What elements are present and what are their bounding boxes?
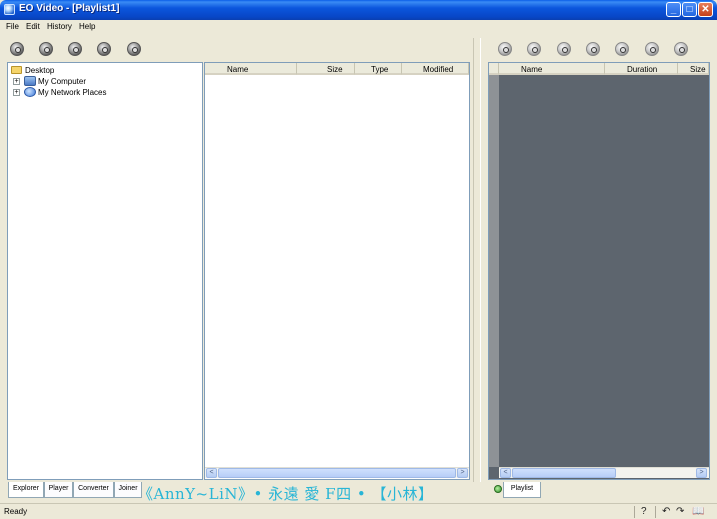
tree-item-my-computer[interactable]: + My Computer <box>8 76 198 87</box>
playlist-gutter <box>489 75 499 467</box>
redo-icon[interactable]: ↷ <box>676 506 684 518</box>
menu-file[interactable]: File <box>6 22 19 31</box>
stop-icon[interactable] <box>39 42 53 56</box>
playlist-list[interactable]: Name Duration Size < > <box>488 62 710 480</box>
column-header-name[interactable]: Name <box>499 63 605 75</box>
remove-icon[interactable] <box>586 42 600 56</box>
file-list[interactable]: Name Size Type Modified < > <box>204 62 470 480</box>
folder-tree[interactable]: Desktop + My Computer + My Network Place… <box>7 62 203 480</box>
computer-icon <box>24 76 36 86</box>
app-icon[interactable] <box>4 4 15 15</box>
close-button[interactable]: ✕ <box>698 2 713 17</box>
tree-item-network-places[interactable]: + My Network Places <box>8 87 198 98</box>
tree-item-label: Desktop <box>25 66 55 75</box>
help-icon[interactable]: ? <box>641 506 647 518</box>
status-text: Ready <box>4 507 28 516</box>
scroll-left-arrow[interactable]: < <box>206 468 217 478</box>
undo-icon[interactable]: ↶ <box>662 506 670 518</box>
menu-help[interactable]: Help <box>79 22 95 31</box>
scroll-thumb[interactable] <box>512 468 616 478</box>
scroll-left-arrow[interactable]: < <box>500 468 511 478</box>
pane-splitter[interactable] <box>473 38 481 482</box>
column-header-type[interactable]: Type <box>355 63 402 75</box>
column-header-blank <box>489 63 499 75</box>
column-header-duration[interactable]: Duration <box>605 63 678 75</box>
column-header-name[interactable]: Name <box>205 63 297 75</box>
tab-explorer[interactable]: Explorer <box>8 482 44 498</box>
column-header-modified[interactable]: Modified <box>402 63 469 75</box>
minimize-button[interactable]: _ <box>666 2 681 17</box>
eye-icon[interactable] <box>557 42 571 56</box>
status-bar: Ready ? ↶ ↷ 📖 <box>0 503 717 519</box>
settings-icon[interactable] <box>97 42 111 56</box>
tab-converter[interactable]: Converter <box>73 482 114 498</box>
add-icon[interactable] <box>498 42 512 56</box>
burn-icon[interactable] <box>68 42 82 56</box>
play-icon[interactable] <box>645 42 659 56</box>
horizontal-scrollbar[interactable]: < > <box>205 467 469 478</box>
search-icon[interactable] <box>10 42 24 56</box>
clear-icon[interactable] <box>615 42 629 56</box>
playlist-settings-icon[interactable] <box>527 42 541 56</box>
column-header-size[interactable]: Size <box>678 63 709 75</box>
expand-icon[interactable]: + <box>13 89 20 96</box>
menu-edit[interactable]: Edit <box>26 22 40 31</box>
maximize-button[interactable]: □ <box>682 2 697 17</box>
scroll-right-arrow[interactable]: > <box>457 468 468 478</box>
tree-item-desktop[interactable]: Desktop <box>8 65 198 76</box>
title-bar[interactable]: EO Video - [Playlist1] _ □ ✕ <box>0 0 717 20</box>
tab-player[interactable]: Player <box>44 482 73 498</box>
folder-icon <box>11 66 22 74</box>
horizontal-scrollbar[interactable]: < > <box>499 467 709 478</box>
menu-bar: File Edit History Help <box>0 20 717 34</box>
playlist-tab-icon <box>494 485 502 493</box>
tree-item-label: My Network Places <box>38 88 107 97</box>
window-title: EO Video - [Playlist1] <box>19 3 120 14</box>
column-header-size[interactable]: Size <box>297 63 355 75</box>
tree-item-label: My Computer <box>38 77 87 86</box>
menu-history[interactable]: History <box>47 22 72 31</box>
tab-playlist[interactable]: Playlist <box>503 482 541 498</box>
status-separator <box>634 506 635 518</box>
refresh-icon[interactable] <box>674 42 688 56</box>
expand-icon[interactable]: + <box>13 78 20 85</box>
scroll-thumb[interactable] <box>218 468 456 478</box>
status-separator <box>655 506 656 518</box>
network-icon <box>24 87 36 97</box>
scroll-right-arrow[interactable]: > <box>696 468 707 478</box>
record-icon[interactable] <box>127 42 141 56</box>
book-icon[interactable]: 📖 <box>692 506 704 518</box>
watermark-text: 《AnnY~LiN》• 永遠 愛 F四 • 【小林】 <box>138 485 434 503</box>
